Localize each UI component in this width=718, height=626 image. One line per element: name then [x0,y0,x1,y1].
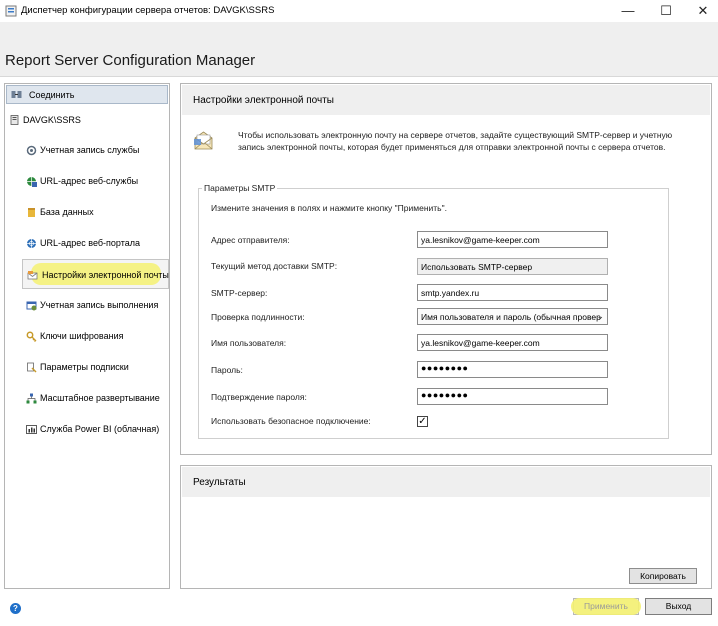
chevron-down-icon: ⌄ [596,311,604,321]
close-button[interactable]: ✕ [685,0,718,22]
sidebar-item-encryption-keys[interactable]: Ключи шифрования [22,321,169,351]
secure-connection-checkbox[interactable]: ✓ [417,416,428,427]
confirm-password-label: Подтверждение пароля: [211,392,307,402]
sidebar-item-label: Служба Power BI (облачная) [40,424,160,434]
group-title: Параметры SMTP [202,183,278,193]
connect-button[interactable]: Соединить [6,85,168,104]
copy-button[interactable]: Копировать [629,568,697,584]
delivery-method-label: Текущий метод доставки SMTP: [211,261,338,271]
exit-button[interactable]: Выход [645,598,712,615]
mail-icon [194,131,213,150]
username-label: Имя пользователя: [211,338,287,348]
close-icon: ✕ [697,3,709,18]
results-title: Результаты [193,477,246,488]
hint-text: Измените значения в полях и нажмите кноп… [211,203,447,213]
app-header: Report Server Configuration Manager [0,22,718,77]
sidebar-item-label: Ключи шифрования [40,331,124,341]
sidebar-item-label: Учетная запись выполнения [40,300,159,310]
secure-connection-label: Использовать безопасное подключение: [211,416,371,426]
connect-label: Соединить [29,90,75,100]
apply-label: Применить [584,601,628,611]
password-input[interactable]: ●●●●●●●● [417,361,608,378]
smtp-server-label: SMTP-сервер: [211,288,268,298]
sidebar-item-label: URL-адрес веб-портала [40,238,140,248]
sidebar-item-label: Масштабное развертывание [40,393,160,403]
sidebar-item-execution-account[interactable]: Учетная запись выполнения [22,290,169,320]
sidebar-item-scale-out[interactable]: Масштабное развертывание [22,383,169,413]
service-account-icon [26,145,37,156]
web-service-url-icon [27,177,37,187]
window-title: Диспетчер конфигурации сервера отчетов: … [21,5,275,16]
authentication-select[interactable]: Имя пользователя и пароль (обычная прове… [417,308,608,325]
execution-account-icon [26,301,37,311]
sidebar-item-email-settings[interactable]: Настройки электронной почты [22,259,169,289]
minimize-icon: — [621,3,635,18]
username-input[interactable]: ya.lesnikov@game-keeper.com [417,334,608,351]
section-header: Настройки электронной почты [182,85,710,115]
scale-out-icon [26,393,37,404]
apply-button[interactable]: Применить [571,598,641,615]
sidebar-item-power-bi[interactable]: Служба Power BI (облачная) [22,414,169,444]
sidebar-item-label: URL-адрес веб-службы [40,176,139,186]
connect-icon [11,91,22,98]
encryption-keys-icon [26,331,37,342]
smtp-server-input[interactable]: smtp.yandex.ru [417,284,608,301]
sidebar-item-web-service-url[interactable]: URL-адрес веб-службы [22,166,169,196]
info-text: Чтобы использовать электронную почту на … [238,130,673,152]
sidebar-item-label: База данных [40,207,94,217]
server-icon [10,115,19,125]
title-bar: Диспетчер конфигурации сервера отчетов: … [0,0,718,22]
minimize-button[interactable]: — [610,0,646,22]
section-header: Результаты [182,467,710,497]
page-title: Настройки электронной почты [193,95,334,106]
power-bi-icon [26,425,37,434]
app-icon [5,5,17,17]
confirm-password-input[interactable]: ●●●●●●●● [417,388,608,405]
database-icon [28,208,35,217]
maximize-icon: ☐ [660,3,672,18]
sidebar-item-web-portal-url[interactable]: URL-адрес веб-портала [22,228,169,258]
sidebar-item-label: Настройки электронной почты [42,270,169,280]
authentication-value: Имя пользователя и пароль (обычная прове… [421,312,601,322]
sidebar: Соединить DAVGK\SSRS Учетная запись служ… [4,83,170,589]
sender-address-label: Адрес отправителя: [211,235,290,245]
server-name: DAVGK\SSRS [23,115,81,125]
email-settings-icon [27,271,38,280]
app-title: Report Server Configuration Manager [5,52,256,69]
delivery-method-field: Использовать SMTP-сервер [417,258,608,275]
password-label: Пароль: [211,365,243,375]
subscription-settings-icon [27,362,37,373]
web-portal-url-icon [27,239,36,248]
sender-address-input[interactable]: ya.lesnikov@game-keeper.com [417,231,608,248]
sidebar-item-service-account[interactable]: Учетная запись службы [22,135,169,165]
sidebar-item-label: Параметры подписки [40,362,129,372]
maximize-button[interactable]: ☐ [648,0,684,22]
smtp-settings-group: Параметры SMTP Измените значения в полях… [198,183,669,439]
authentication-label: Проверка подлинности: [211,312,305,322]
sidebar-item-database[interactable]: База данных [22,197,169,227]
email-settings-panel: Настройки электронной почты Чтобы исполь… [180,83,712,455]
help-icon[interactable]: ? [10,603,21,614]
results-panel: Результаты Копировать [180,465,712,589]
sidebar-item-subscription-settings[interactable]: Параметры подписки [22,352,169,382]
sidebar-item-label: Учетная запись службы [40,145,140,155]
